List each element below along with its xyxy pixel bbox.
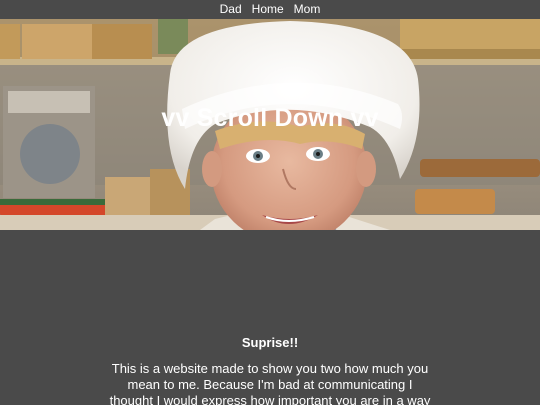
hero-title: vv Scroll Down vv (161, 104, 379, 132)
nav-link-home[interactable]: Home (252, 0, 284, 19)
nav-link-dad[interactable]: Dad (220, 0, 242, 19)
page: Dad Home Mom vv Scroll Down vv Suprise!!… (0, 0, 540, 405)
top-nav: Dad Home Mom (0, 0, 540, 19)
main-content: Suprise!! This is a website made to show… (0, 230, 540, 405)
hero-banner: vv Scroll Down vv (0, 19, 540, 230)
intro-paragraph: This is a website made to show you two h… (109, 361, 431, 405)
section-heading: Suprise!! (241, 335, 299, 350)
nav-link-mom[interactable]: Mom (294, 0, 321, 19)
